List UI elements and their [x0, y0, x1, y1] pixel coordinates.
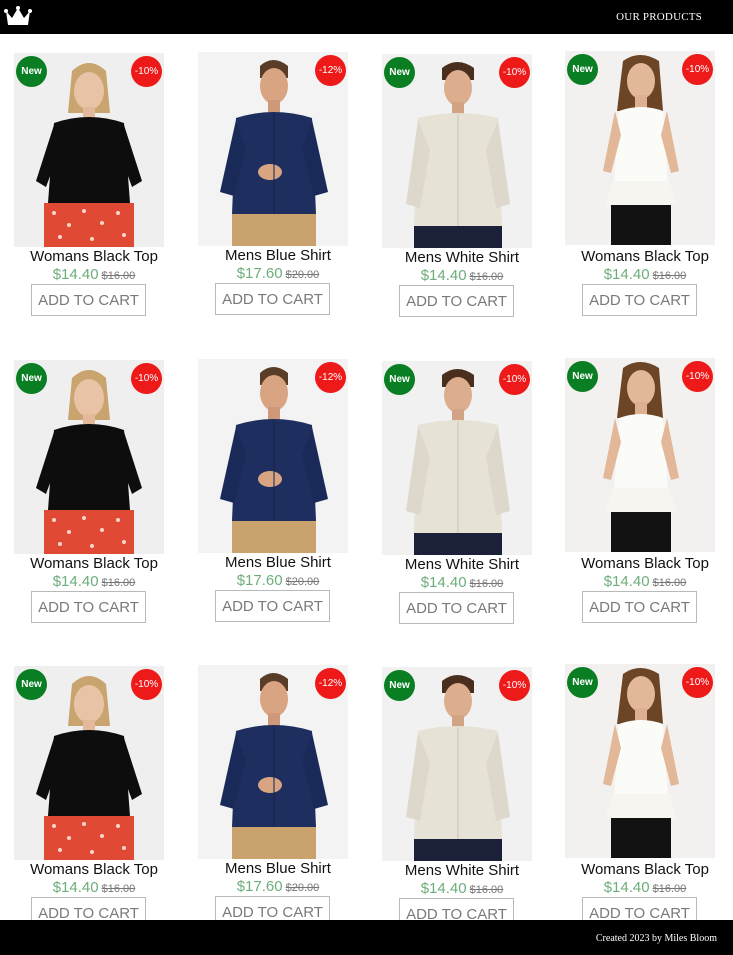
product-name[interactable]: Womans Black Top: [6, 861, 182, 878]
old-price: $20.00: [285, 269, 320, 281]
add-to-cart-button[interactable]: ADD TO CART: [582, 284, 697, 316]
man-blue-shirt-photo[interactable]: -12%: [198, 52, 348, 246]
price-row: $14.40 $16.00: [6, 573, 182, 591]
product-name[interactable]: Womans Black Top: [6, 248, 182, 265]
add-to-cart-button[interactable]: ADD TO CART: [31, 284, 146, 316]
price: $14.40: [52, 573, 99, 590]
man-white-shirt-photo[interactable]: New -10%: [382, 667, 532, 861]
old-price: $16.00: [652, 883, 687, 895]
add-to-cart-button[interactable]: ADD TO CART: [215, 590, 330, 622]
discount-badge: -10%: [131, 363, 162, 394]
discount-badge: -10%: [682, 667, 713, 698]
discount-badge: -10%: [131, 669, 162, 700]
old-price: $16.00: [469, 578, 504, 590]
man-white-shirt-photo[interactable]: New -10%: [382, 361, 532, 555]
new-badge: New: [567, 54, 598, 85]
add-to-cart-button[interactable]: ADD TO CART: [399, 285, 514, 317]
discount-badge: -12%: [315, 668, 346, 699]
old-price: $16.00: [101, 270, 136, 282]
price: $17.60: [236, 572, 283, 589]
old-price: $16.00: [101, 577, 136, 589]
product-name[interactable]: Womans Black Top: [557, 861, 733, 878]
product-grid: New -10% Womans Black Top $14.40 $16.00 A…: [0, 34, 733, 920]
price-row: $17.60 $20.00: [190, 878, 366, 896]
product-name[interactable]: Mens Blue Shirt: [190, 247, 366, 264]
product-name[interactable]: Womans Black Top: [557, 248, 733, 265]
new-badge: New: [384, 57, 415, 88]
discount-badge: -12%: [315, 55, 346, 86]
price-row: $14.40 $16.00: [6, 879, 182, 897]
add-to-cart-button[interactable]: ADD TO CART: [31, 897, 146, 920]
add-to-cart-button[interactable]: ADD TO CART: [31, 591, 146, 623]
price: $14.40: [52, 266, 99, 283]
new-badge: New: [567, 361, 598, 392]
price: $14.40: [420, 267, 467, 284]
discount-badge: -10%: [682, 54, 713, 85]
add-to-cart-button[interactable]: ADD TO CART: [399, 898, 514, 920]
price-row: $14.40 $16.00: [374, 574, 550, 592]
man-blue-shirt-photo[interactable]: -12%: [198, 359, 348, 553]
man-white-shirt-photo[interactable]: New -10%: [382, 54, 532, 248]
old-price: $20.00: [285, 882, 320, 894]
new-badge: New: [384, 364, 415, 395]
new-badge: New: [16, 56, 47, 87]
crown-icon[interactable]: [4, 6, 32, 28]
discount-badge: -10%: [682, 361, 713, 392]
add-to-cart-button[interactable]: ADD TO CART: [215, 896, 330, 920]
discount-badge: -10%: [499, 57, 530, 88]
old-price: $16.00: [469, 271, 504, 283]
new-badge: New: [16, 363, 47, 394]
price: $17.60: [236, 878, 283, 895]
price: $17.60: [236, 265, 283, 282]
old-price: $16.00: [101, 883, 136, 895]
top-bar: OUR PRODUCTS: [0, 0, 733, 34]
price: $14.40: [603, 266, 650, 283]
price-row: $17.60 $20.00: [190, 572, 366, 590]
price: $14.40: [603, 573, 650, 590]
new-badge: New: [567, 667, 598, 698]
price: $14.40: [420, 574, 467, 591]
add-to-cart-button[interactable]: ADD TO CART: [582, 897, 697, 920]
price-row: $14.40 $16.00: [557, 573, 733, 591]
product-name[interactable]: Mens White Shirt: [374, 862, 550, 879]
price-row: $14.40 $16.00: [6, 266, 182, 284]
new-badge: New: [16, 669, 47, 700]
woman-black-top-photo[interactable]: New -10%: [14, 666, 164, 860]
add-to-cart-button[interactable]: ADD TO CART: [399, 592, 514, 624]
add-to-cart-button[interactable]: ADD TO CART: [215, 283, 330, 315]
old-price: $20.00: [285, 576, 320, 588]
new-badge: New: [384, 670, 415, 701]
product-name[interactable]: Mens White Shirt: [374, 556, 550, 573]
price: $14.40: [52, 879, 99, 896]
woman-white-top-photo[interactable]: New -10%: [565, 358, 715, 552]
woman-black-top-photo[interactable]: New -10%: [14, 53, 164, 247]
our-products-link[interactable]: OUR PRODUCTS: [616, 11, 702, 23]
footer-bar: Created 2023 by Miles Bloom: [0, 920, 733, 955]
price-row: $14.40 $16.00: [374, 267, 550, 285]
add-to-cart-button[interactable]: ADD TO CART: [582, 591, 697, 623]
discount-badge: -12%: [315, 362, 346, 393]
old-price: $16.00: [652, 577, 687, 589]
old-price: $16.00: [652, 270, 687, 282]
discount-badge: -10%: [499, 670, 530, 701]
price-row: $14.40 $16.00: [374, 880, 550, 898]
price: $14.40: [603, 879, 650, 896]
man-blue-shirt-photo[interactable]: -12%: [198, 665, 348, 859]
woman-white-top-photo[interactable]: New -10%: [565, 51, 715, 245]
price-row: $14.40 $16.00: [557, 266, 733, 284]
discount-badge: -10%: [499, 364, 530, 395]
price-row: $14.40 $16.00: [557, 879, 733, 897]
product-name[interactable]: Womans Black Top: [557, 555, 733, 572]
price-row: $17.60 $20.00: [190, 265, 366, 283]
product-name[interactable]: Mens Blue Shirt: [190, 860, 366, 877]
discount-badge: -10%: [131, 56, 162, 87]
woman-white-top-photo[interactable]: New -10%: [565, 664, 715, 858]
woman-black-top-photo[interactable]: New -10%: [14, 360, 164, 554]
old-price: $16.00: [469, 884, 504, 896]
product-name[interactable]: Mens White Shirt: [374, 249, 550, 266]
price: $14.40: [420, 880, 467, 897]
product-name[interactable]: Womans Black Top: [6, 555, 182, 572]
footer-credit: Created 2023 by Miles Bloom: [595, 933, 717, 944]
product-name[interactable]: Mens Blue Shirt: [190, 554, 366, 571]
